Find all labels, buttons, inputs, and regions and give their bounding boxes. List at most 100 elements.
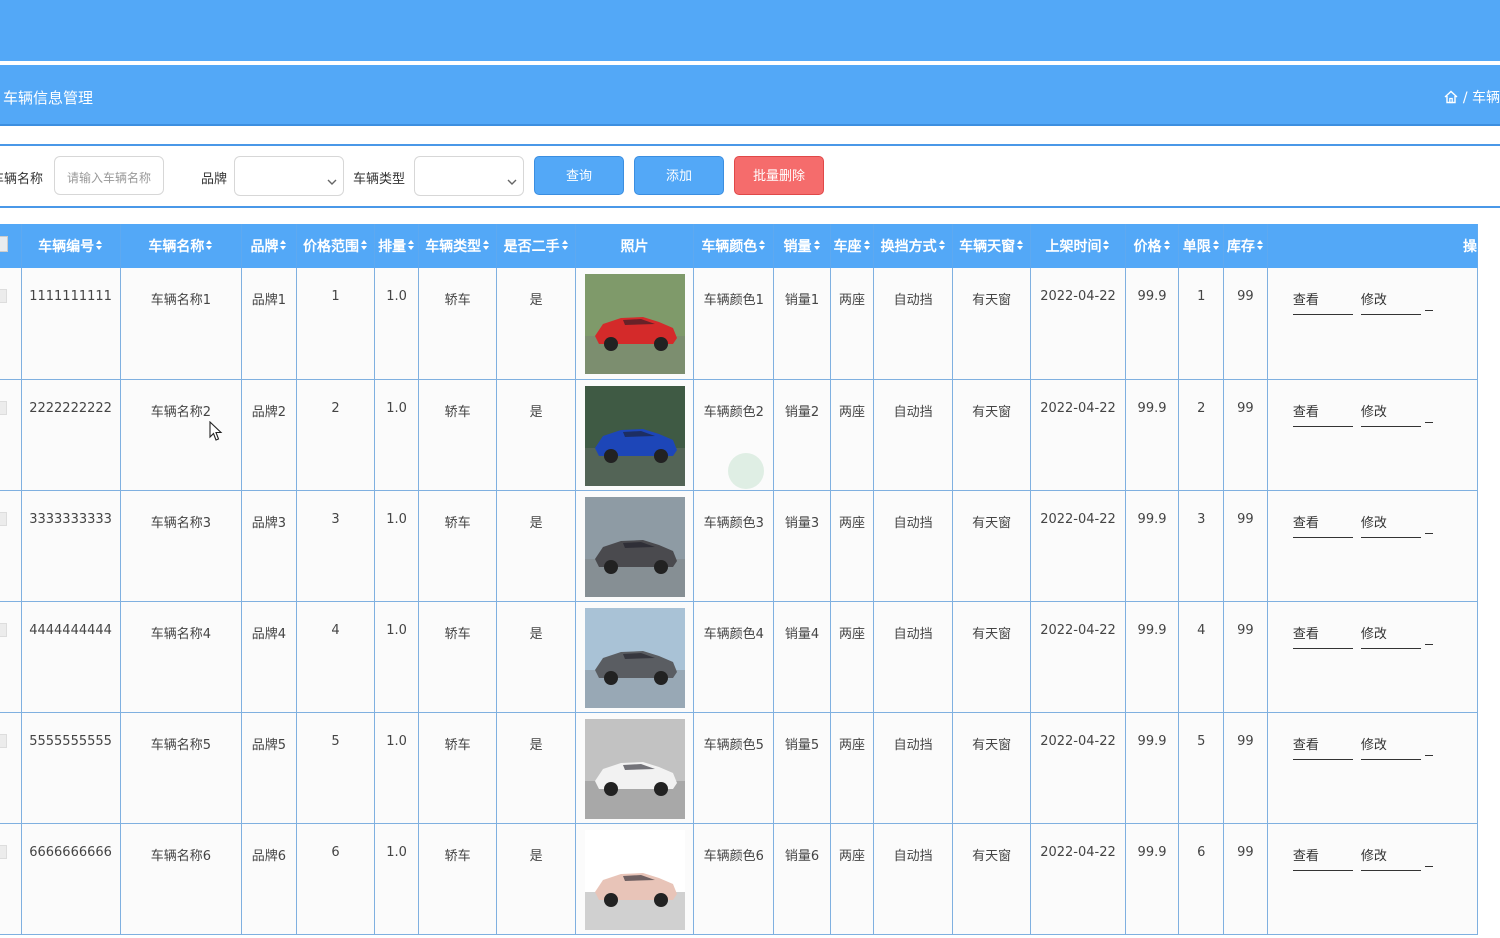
photo-cell xyxy=(574,268,695,380)
row-checkbox[interactable] xyxy=(0,400,7,415)
brand-select[interactable] xyxy=(234,156,344,196)
column-header[interactable]: 是否二手 xyxy=(496,224,576,268)
table-row[interactable]: 6666666666 车辆名称6 品牌6 6 1.0 轿车是车辆颜色6 销量6 两座 自动挡 有天… xyxy=(0,823,1479,935)
column-header[interactable]: 价格 xyxy=(1125,224,1180,268)
column-header[interactable]: 单限 xyxy=(1178,224,1225,268)
column-label: 车辆颜色 xyxy=(701,239,758,255)
limit-cell: 5 xyxy=(1178,712,1225,824)
table-row[interactable]: 5555555555 车辆名称5 品牌5 5 1.0 轿车是车辆颜色5 销量5 两座 自动挡 有天… xyxy=(0,712,1479,824)
sort-icon[interactable] xyxy=(813,239,821,255)
price-range-cell: 6 xyxy=(295,823,376,935)
car-photo[interactable] xyxy=(584,718,685,819)
column-header[interactable]: 车辆类型 xyxy=(418,224,498,268)
column-header[interactable]: 车辆颜色 xyxy=(693,224,775,268)
column-header[interactable]: 车辆编号 xyxy=(21,224,121,268)
column-label: 车辆天窗 xyxy=(959,239,1016,255)
edit-button[interactable]: 修改 xyxy=(1360,734,1421,760)
view-button[interactable]: 查看 xyxy=(1292,401,1353,427)
table-row[interactable]: 4444444444 车辆名称4 品牌4 4 1.0 轿车是车辆颜色4 销量4 两座 自动挡 有天… xyxy=(0,601,1479,713)
sort-icon[interactable] xyxy=(938,239,946,255)
car-photo[interactable] xyxy=(584,496,685,597)
edit-button[interactable]: 修改 xyxy=(1360,512,1421,538)
add-button[interactable]: 添加 xyxy=(634,156,724,195)
view-button[interactable]: 查看 xyxy=(1292,512,1353,538)
edit-button[interactable]: 修改 xyxy=(1360,289,1421,315)
row-checkbox[interactable] xyxy=(0,733,7,748)
delete-button[interactable] xyxy=(1424,401,1433,423)
row-checkbox[interactable] xyxy=(0,844,7,859)
car-photo[interactable] xyxy=(584,829,685,930)
row-checkbox[interactable] xyxy=(0,511,7,526)
row-select-cell xyxy=(0,601,22,713)
home-icon[interactable] xyxy=(1444,90,1458,108)
row-select-cell xyxy=(0,379,22,491)
sort-icon[interactable] xyxy=(205,239,213,255)
vehicle-code-cell: 1111111111 xyxy=(20,268,121,380)
sort-icon[interactable] xyxy=(95,239,103,255)
column-header[interactable]: 车座 xyxy=(830,224,875,268)
column-label: 价格范围 xyxy=(302,239,359,255)
view-button[interactable]: 查看 xyxy=(1292,734,1353,760)
table-row[interactable]: 3333333333 车辆名称3 品牌3 3 1.0 轿车是车辆颜色3 销量3 两座 自动挡 有天… xyxy=(0,490,1479,602)
listing-date-cell: 2022-04-22 xyxy=(1030,712,1126,824)
sort-icon[interactable] xyxy=(360,239,368,255)
sort-icon[interactable] xyxy=(863,239,871,255)
vehicle-type-cell: 轿车 xyxy=(417,268,498,380)
delete-button[interactable] xyxy=(1424,623,1433,645)
gearbox-cell: 自动挡 xyxy=(873,490,953,602)
breadcrumb-current[interactable]: 车辆 xyxy=(1472,90,1500,106)
sort-icon[interactable] xyxy=(561,239,569,255)
vehicle-type-select[interactable] xyxy=(414,156,524,196)
view-button[interactable]: 查看 xyxy=(1292,845,1353,871)
car-photo[interactable] xyxy=(584,274,685,374)
photo-cell xyxy=(574,379,695,491)
listing-date-cell: 2022-04-22 xyxy=(1030,823,1126,935)
car-photo[interactable] xyxy=(584,607,685,708)
vehicle-name-cell: 车辆名称2 xyxy=(119,379,243,491)
sort-icon[interactable] xyxy=(482,239,490,255)
vehicle-type-cell: 轿车 xyxy=(417,379,498,491)
seats-cell: 两座 xyxy=(829,601,875,713)
column-header[interactable]: 价格范围 xyxy=(296,224,376,268)
sort-icon[interactable] xyxy=(758,239,766,255)
sort-icon[interactable] xyxy=(279,239,287,255)
query-button[interactable]: 查询 xyxy=(534,156,624,195)
edit-button[interactable]: 修改 xyxy=(1360,845,1421,871)
listing-date-cell: 2022-04-22 xyxy=(1030,490,1126,602)
displacement-cell: 1.0 xyxy=(374,379,419,491)
delete-button[interactable] xyxy=(1424,289,1433,311)
sunroof-cell: 有天窗 xyxy=(951,379,1032,491)
select-all-checkbox[interactable] xyxy=(0,236,8,252)
car-photo[interactable] xyxy=(584,385,685,486)
sort-icon[interactable] xyxy=(1163,239,1171,255)
column-header[interactable]: 上架时间 xyxy=(1030,224,1126,268)
edit-button[interactable]: 修改 xyxy=(1360,623,1421,649)
view-button[interactable]: 查看 xyxy=(1292,623,1353,649)
column-header[interactable]: 车辆天窗 xyxy=(952,224,1032,268)
sort-icon[interactable] xyxy=(1016,239,1024,255)
delete-button[interactable] xyxy=(1424,734,1433,756)
row-select-cell xyxy=(0,823,22,935)
row-checkbox[interactable] xyxy=(0,622,7,637)
search-bar: 车辆名称 请输入车辆名称 品牌 车辆类型 查询 添加 批量删除 xyxy=(0,146,1500,206)
vehicle-name-input[interactable]: 请输入车辆名称 xyxy=(54,156,164,195)
sunroof-cell: 有天窗 xyxy=(951,268,1032,380)
column-header[interactable]: 品牌 xyxy=(241,224,297,268)
sort-icon[interactable] xyxy=(1256,239,1264,255)
seats-cell: 两座 xyxy=(829,823,875,935)
batch-delete-button[interactable]: 批量删除 xyxy=(734,156,824,195)
edit-button[interactable]: 修改 xyxy=(1360,401,1421,427)
delete-button[interactable] xyxy=(1424,512,1433,534)
column-header[interactable]: 排量 xyxy=(374,224,419,268)
column-header[interactable]: 换挡方式 xyxy=(873,224,953,268)
column-header[interactable]: 库存 xyxy=(1223,224,1268,268)
column-header[interactable]: 销量 xyxy=(773,224,831,268)
sort-icon[interactable] xyxy=(1102,239,1110,255)
sort-icon[interactable] xyxy=(407,239,415,255)
column-header[interactable]: 车辆名称 xyxy=(120,224,243,268)
view-button[interactable]: 查看 xyxy=(1292,289,1353,315)
table-row[interactable]: 1111111111 车辆名称1 品牌1 1 1.0 轿车是车辆颜色1 销量1 两座 自动挡 有天… xyxy=(0,268,1479,380)
delete-button[interactable] xyxy=(1424,845,1433,867)
sort-icon[interactable] xyxy=(1212,239,1220,255)
row-checkbox[interactable] xyxy=(0,289,7,303)
